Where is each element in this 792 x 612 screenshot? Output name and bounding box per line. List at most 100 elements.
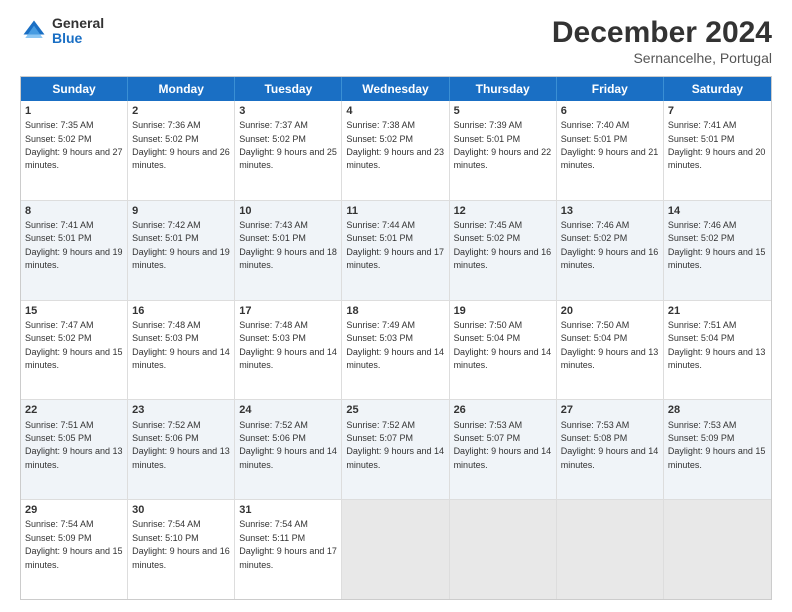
calendar-row-5: 29Sunrise: 7:54 AMSunset: 5:09 PMDayligh… <box>21 500 771 599</box>
calendar-header: SundayMondayTuesdayWednesdayThursdayFrid… <box>21 77 771 101</box>
day-number: 18 <box>346 304 444 318</box>
day-cell-2: 2 Sunrise: 7:36 AMSunset: 5:02 PMDaylight… <box>128 101 235 200</box>
day-cell-20: 20Sunrise: 7:50 AMSunset: 5:04 PMDayligh… <box>557 301 664 400</box>
header-day-wednesday: Wednesday <box>342 77 449 101</box>
day-cell-1: 1Sunrise: 7:35 AMSunset: 5:02 PMDaylight… <box>21 101 128 200</box>
cell-info: Sunrise: 7:46 AMSunset: 5:02 PMDaylight:… <box>668 220 766 270</box>
day-number: 15 <box>25 304 123 318</box>
page: General Blue December 2024 Sernancelhe, … <box>0 0 792 612</box>
calendar-row-1: 1Sunrise: 7:35 AMSunset: 5:02 PMDaylight… <box>21 101 771 201</box>
cell-info: Sunrise: 7:54 AMSunset: 5:10 PMDaylight:… <box>132 519 230 569</box>
day-number: 9 <box>132 204 230 218</box>
cell-info: Sunrise: 7:39 AMSunset: 5:01 PMDaylight:… <box>454 120 552 170</box>
day-cell-7: 7 Sunrise: 7:41 AMSunset: 5:01 PMDaylight… <box>664 101 771 200</box>
cell-info: Sunrise: 7:54 AMSunset: 5:11 PMDaylight:… <box>239 519 337 569</box>
cell-info: Sunrise: 7:41 AMSunset: 5:01 PMDaylight:… <box>668 120 766 170</box>
day-number: 19 <box>454 304 552 318</box>
cell-info: Sunrise: 7:44 AMSunset: 5:01 PMDaylight:… <box>346 220 444 270</box>
cell-info: Sunrise: 7:40 AMSunset: 5:01 PMDaylight:… <box>561 120 659 170</box>
logo-blue-text: Blue <box>52 31 104 46</box>
day-cell-29: 29Sunrise: 7:54 AMSunset: 5:09 PMDayligh… <box>21 500 128 599</box>
day-cell-6: 6 Sunrise: 7:40 AMSunset: 5:01 PMDaylight… <box>557 101 664 200</box>
day-number: 8 <box>25 204 123 218</box>
day-cell-28: 28 Sunrise: 7:53 AMSunset: 5:09 PMDayligh… <box>664 400 771 499</box>
day-cell-5: 5 Sunrise: 7:39 AMSunset: 5:01 PMDaylight… <box>450 101 557 200</box>
header-day-monday: Monday <box>128 77 235 101</box>
cell-info: Sunrise: 7:51 AMSunset: 5:05 PMDaylight:… <box>25 420 123 470</box>
empty-cell <box>450 500 557 599</box>
cell-info: Sunrise: 7:37 AMSunset: 5:02 PMDaylight:… <box>239 120 337 170</box>
cell-info: Sunrise: 7:50 AMSunset: 5:04 PMDaylight:… <box>561 320 659 370</box>
cell-info: Sunrise: 7:47 AMSunset: 5:02 PMDaylight:… <box>25 320 123 370</box>
day-number: 23 <box>132 403 230 417</box>
day-cell-17: 17 Sunrise: 7:48 AMSunset: 5:03 PMDayligh… <box>235 301 342 400</box>
day-number: 31 <box>239 503 337 517</box>
header-day-thursday: Thursday <box>450 77 557 101</box>
day-number: 10 <box>239 204 337 218</box>
calendar-body: 1Sunrise: 7:35 AMSunset: 5:02 PMDaylight… <box>21 101 771 599</box>
cell-info: Sunrise: 7:36 AMSunset: 5:02 PMDaylight:… <box>132 120 230 170</box>
cell-info: Sunrise: 7:43 AMSunset: 5:01 PMDaylight:… <box>239 220 337 270</box>
day-number: 11 <box>346 204 444 218</box>
cell-info: Sunrise: 7:51 AMSunset: 5:04 PMDaylight:… <box>668 320 766 370</box>
day-cell-4: 4 Sunrise: 7:38 AMSunset: 5:02 PMDaylight… <box>342 101 449 200</box>
day-cell-14: 14 Sunrise: 7:46 AMSunset: 5:02 PMDayligh… <box>664 201 771 300</box>
day-cell-31: 31 Sunrise: 7:54 AMSunset: 5:11 PMDayligh… <box>235 500 342 599</box>
cell-info: Sunrise: 7:52 AMSunset: 5:06 PMDaylight:… <box>239 420 337 470</box>
day-number: 28 <box>668 403 767 417</box>
empty-cell <box>557 500 664 599</box>
day-number: 7 <box>668 104 767 118</box>
day-number: 27 <box>561 403 659 417</box>
day-number: 24 <box>239 403 337 417</box>
day-number: 30 <box>132 503 230 517</box>
logo-text: General Blue <box>52 16 104 47</box>
day-number: 6 <box>561 104 659 118</box>
month-title: December 2024 <box>552 16 772 50</box>
header-day-saturday: Saturday <box>664 77 771 101</box>
day-cell-18: 18 Sunrise: 7:49 AMSunset: 5:03 PMDayligh… <box>342 301 449 400</box>
logo-icon <box>20 17 48 45</box>
day-cell-21: 21Sunrise: 7:51 AMSunset: 5:04 PMDayligh… <box>664 301 771 400</box>
cell-info: Sunrise: 7:52 AMSunset: 5:07 PMDaylight:… <box>346 420 444 470</box>
cell-info: Sunrise: 7:38 AMSunset: 5:02 PMDaylight:… <box>346 120 444 170</box>
header-day-sunday: Sunday <box>21 77 128 101</box>
cell-info: Sunrise: 7:53 AMSunset: 5:07 PMDaylight:… <box>454 420 552 470</box>
header: General Blue December 2024 Sernancelhe, … <box>20 16 772 66</box>
day-cell-10: 10 Sunrise: 7:43 AMSunset: 5:01 PMDayligh… <box>235 201 342 300</box>
empty-cell <box>664 500 771 599</box>
day-cell-13: 13 Sunrise: 7:46 AMSunset: 5:02 PMDayligh… <box>557 201 664 300</box>
cell-info: Sunrise: 7:50 AMSunset: 5:04 PMDaylight:… <box>454 320 552 370</box>
day-number: 4 <box>346 104 444 118</box>
day-cell-23: 23Sunrise: 7:52 AMSunset: 5:06 PMDayligh… <box>128 400 235 499</box>
day-number: 16 <box>132 304 230 318</box>
day-cell-9: 9Sunrise: 7:42 AMSunset: 5:01 PMDaylight… <box>128 201 235 300</box>
day-number: 22 <box>25 403 123 417</box>
day-cell-26: 26 Sunrise: 7:53 AMSunset: 5:07 PMDayligh… <box>450 400 557 499</box>
day-number: 25 <box>346 403 444 417</box>
day-number: 14 <box>668 204 767 218</box>
cell-info: Sunrise: 7:41 AMSunset: 5:01 PMDaylight:… <box>25 220 123 270</box>
cell-info: Sunrise: 7:53 AMSunset: 5:09 PMDaylight:… <box>668 420 766 470</box>
day-number: 3 <box>239 104 337 118</box>
cell-info: Sunrise: 7:54 AMSunset: 5:09 PMDaylight:… <box>25 519 123 569</box>
day-number: 26 <box>454 403 552 417</box>
cell-info: Sunrise: 7:48 AMSunset: 5:03 PMDaylight:… <box>239 320 337 370</box>
day-number: 12 <box>454 204 552 218</box>
day-cell-8: 8 Sunrise: 7:41 AMSunset: 5:01 PMDaylight… <box>21 201 128 300</box>
empty-cell <box>342 500 449 599</box>
title-block: December 2024 Sernancelhe, Portugal <box>552 16 772 66</box>
day-cell-27: 27 Sunrise: 7:53 AMSunset: 5:08 PMDayligh… <box>557 400 664 499</box>
day-number: 17 <box>239 304 337 318</box>
cell-info: Sunrise: 7:53 AMSunset: 5:08 PMDaylight:… <box>561 420 659 470</box>
day-number: 13 <box>561 204 659 218</box>
day-number: 2 <box>132 104 230 118</box>
day-cell-11: 11 Sunrise: 7:44 AMSunset: 5:01 PMDayligh… <box>342 201 449 300</box>
logo-general-text: General <box>52 16 104 31</box>
cell-info: Sunrise: 7:49 AMSunset: 5:03 PMDaylight:… <box>346 320 444 370</box>
cell-info: Sunrise: 7:46 AMSunset: 5:02 PMDaylight:… <box>561 220 659 270</box>
day-number: 1 <box>25 104 123 118</box>
day-cell-19: 19 Sunrise: 7:50 AMSunset: 5:04 PMDayligh… <box>450 301 557 400</box>
day-number: 5 <box>454 104 552 118</box>
calendar: SundayMondayTuesdayWednesdayThursdayFrid… <box>20 76 772 600</box>
header-day-tuesday: Tuesday <box>235 77 342 101</box>
